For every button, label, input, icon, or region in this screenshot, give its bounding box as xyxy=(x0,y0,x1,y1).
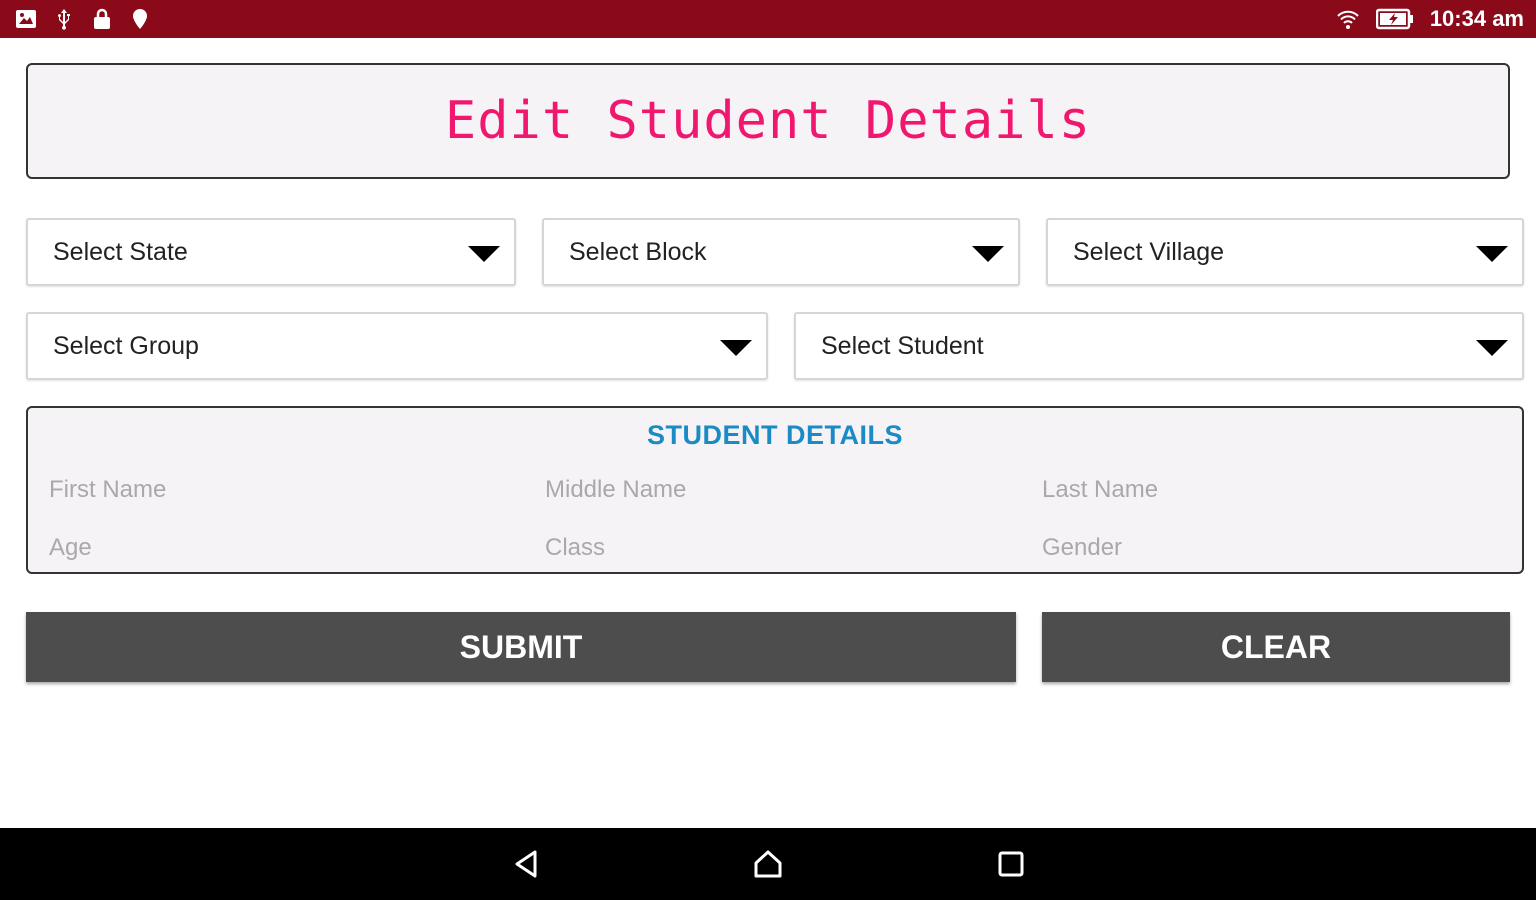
block-dropdown[interactable]: Select Block xyxy=(542,218,1020,286)
image-icon xyxy=(16,10,36,28)
last-name-field[interactable]: Last Name xyxy=(1042,476,1158,504)
submit-button[interactable]: SUBMIT xyxy=(26,612,1016,682)
navigation-bar xyxy=(0,828,1536,900)
state-dropdown-label: Select State xyxy=(53,237,188,266)
state-dropdown[interactable]: Select State xyxy=(26,218,516,286)
group-dropdown-label: Select Group xyxy=(53,331,199,360)
student-dropdown-label: Select Student xyxy=(821,331,984,360)
dropdown-arrow-icon xyxy=(468,246,500,262)
middle-name-field[interactable]: Middle Name xyxy=(545,476,686,504)
status-system-icons: 10:34 am xyxy=(1336,6,1524,32)
status-bar: 10:34 am xyxy=(0,0,1536,38)
block-dropdown-label: Select Block xyxy=(569,237,707,266)
village-dropdown-label: Select Village xyxy=(1073,237,1225,266)
gender-field[interactable]: Gender xyxy=(1042,534,1122,562)
student-details-heading: STUDENT DETAILS xyxy=(647,420,903,450)
home-icon[interactable] xyxy=(750,846,786,882)
title-card: Edit Student Details xyxy=(26,63,1510,179)
dropdown-arrow-icon xyxy=(972,246,1004,262)
first-name-field[interactable]: First Name xyxy=(49,476,166,504)
student-details-card: STUDENT DETAILS First Name Middle Name L… xyxy=(26,406,1524,574)
clear-button[interactable]: CLEAR xyxy=(1042,612,1510,682)
location-pin-icon xyxy=(133,9,147,29)
dropdown-arrow-icon xyxy=(720,340,752,356)
wifi-icon xyxy=(1337,10,1359,29)
class-field[interactable]: Class xyxy=(545,534,605,562)
age-field[interactable]: Age xyxy=(49,534,92,562)
status-time: 10:34 am xyxy=(1429,6,1524,31)
battery-charging-icon xyxy=(1375,8,1413,30)
dropdown-arrow-icon xyxy=(1476,340,1508,356)
page-title: Edit Student Details xyxy=(444,91,1092,151)
group-dropdown[interactable]: Select Group xyxy=(26,312,768,380)
dropdown-arrow-icon xyxy=(1476,246,1508,262)
lock-icon xyxy=(94,8,110,29)
recents-icon[interactable] xyxy=(993,846,1029,882)
status-notification-icons xyxy=(14,7,152,31)
usb-icon xyxy=(58,9,70,30)
village-dropdown[interactable]: Select Village xyxy=(1046,218,1524,286)
back-icon[interactable] xyxy=(508,846,544,882)
student-dropdown[interactable]: Select Student xyxy=(794,312,1524,380)
